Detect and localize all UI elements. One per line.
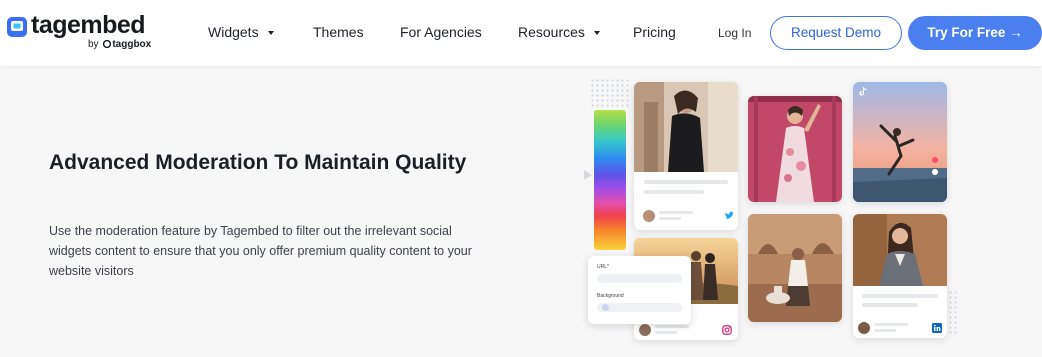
photo-card [748,96,842,202]
nav-themes[interactable]: Themes [313,24,364,40]
text-placeholder [659,211,693,214]
tiktok-post-card [853,82,947,202]
text-placeholder [659,217,681,220]
nav-themes-label: Themes [313,24,364,40]
instagram-icon [722,325,732,335]
post-photo [748,96,842,202]
try-for-free-button[interactable]: Try For Free → [908,16,1042,50]
twitter-post-card [634,82,738,230]
text-placeholder [644,190,704,194]
text-placeholder [644,180,728,184]
text-placeholder [874,329,896,332]
nav-for-agencies[interactable]: For Agencies [400,24,482,40]
widget-settings-card: URL* Background [588,256,691,324]
tagembed-logo-icon [7,17,27,37]
linkedin-icon [932,323,942,333]
photo-card [748,214,842,322]
url-label: URL* [597,264,609,270]
logo-brand: taggbox [112,39,152,50]
play-icon [584,170,592,180]
nav-pricing-label: Pricing [633,24,676,40]
text-placeholder [874,323,908,326]
nav-agencies-label: For Agencies [400,24,482,40]
post-photo [853,82,947,202]
avatar [643,210,655,222]
login-link[interactable]: Log In [718,26,751,40]
twitter-icon [725,211,734,219]
background-field [597,303,682,312]
dot-pattern [590,78,630,108]
taggbox-icon [103,39,112,49]
avatar [858,322,870,334]
chevron-down-icon [593,31,600,36]
color-gradient-strip [594,110,626,250]
text-placeholder [862,294,938,298]
logo-by-label: by [88,39,99,50]
background-label: Background [597,293,624,299]
chevron-down-icon [267,31,274,36]
color-swatch [602,304,609,311]
request-demo-button[interactable]: Request Demo [770,16,902,50]
avatar [639,324,651,336]
nav-resources[interactable]: Resources [518,24,600,40]
section-title: Advanced Moderation To Maintain Quality [49,151,467,174]
tiktok-icon [859,87,867,96]
nav-widgets-label: Widgets [208,24,259,40]
section-description: Use the moderation feature by Tagembed t… [49,224,472,278]
nav-resources-label: Resources [518,24,585,40]
post-photo [748,214,842,322]
text-placeholder [655,331,677,334]
nav-pricing[interactable]: Pricing [633,24,676,40]
url-field [597,274,682,283]
site-header: tagembed by taggbox Widgets Themes For A… [0,0,1042,66]
logo-wordmark: tagembed [31,11,146,39]
nav-widgets[interactable]: Widgets [208,24,274,40]
logo-byline: by taggbox [88,39,151,50]
tagembed-logo[interactable]: tagembed by taggbox [6,11,166,53]
text-placeholder [862,303,918,307]
post-photo [634,82,738,172]
linkedin-post-card [853,214,947,338]
post-photo [853,214,947,286]
text-placeholder [655,325,689,328]
